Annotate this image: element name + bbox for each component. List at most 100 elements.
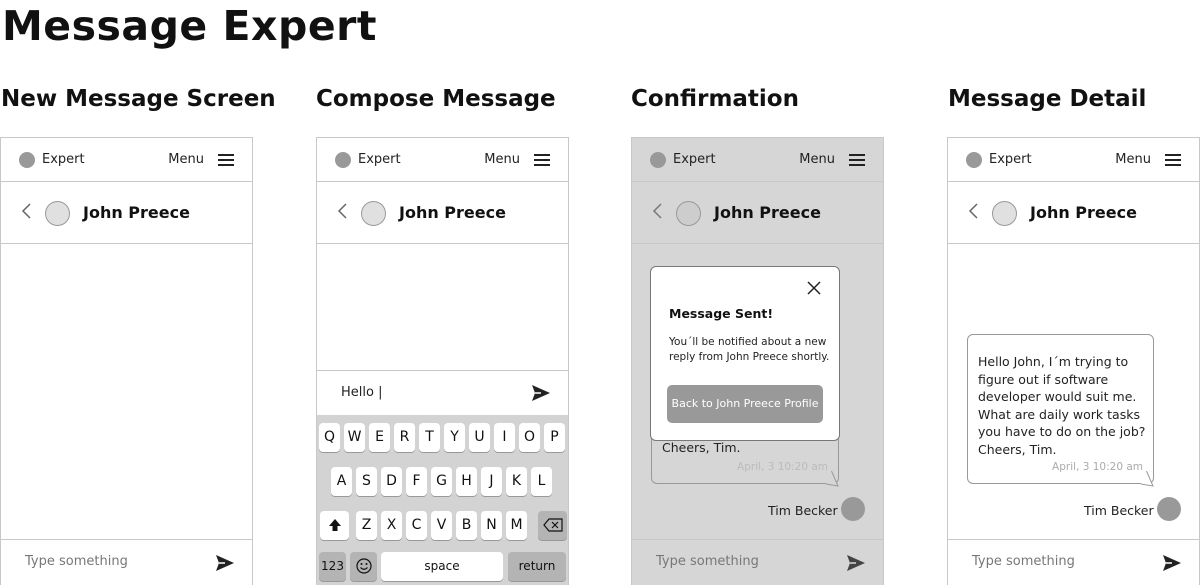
brand-label[interactable]: Expert bbox=[673, 152, 716, 167]
sender-avatar[interactable] bbox=[841, 497, 865, 521]
brand-label[interactable]: Expert bbox=[358, 152, 401, 167]
message-input-bar: Type something bbox=[632, 539, 883, 585]
screen-title-new-message: New Message Screen bbox=[1, 86, 276, 112]
message-input[interactable]: Type something bbox=[656, 554, 759, 569]
send-icon[interactable] bbox=[216, 555, 234, 571]
message-text: Cheers, Tim. bbox=[662, 440, 741, 455]
message-text: Hello John, I´m trying to figure out if … bbox=[978, 353, 1145, 458]
backspace-key[interactable] bbox=[538, 511, 567, 540]
menu-label[interactable]: Menu bbox=[484, 152, 520, 167]
hamburger-menu-icon[interactable] bbox=[218, 154, 234, 166]
hamburger-menu-icon[interactable] bbox=[1165, 154, 1181, 166]
key-y[interactable]: Y bbox=[444, 423, 465, 452]
space-key[interactable]: space bbox=[381, 552, 503, 581]
key-q[interactable]: Q bbox=[319, 423, 340, 452]
chevron-left-icon[interactable] bbox=[20, 203, 34, 219]
key-w[interactable]: W bbox=[344, 423, 365, 452]
message-bubble: Hello John, I´m trying to figure out if … bbox=[967, 334, 1154, 484]
key-g[interactable]: G bbox=[431, 467, 452, 496]
key-h[interactable]: H bbox=[456, 467, 477, 496]
brand-label[interactable]: Expert bbox=[42, 152, 85, 167]
logo-dot-icon[interactable] bbox=[335, 152, 351, 168]
compose-input[interactable]: Hello | bbox=[341, 385, 382, 400]
screen-title-confirmation: Confirmation bbox=[631, 86, 799, 112]
key-p[interactable]: P bbox=[544, 423, 565, 452]
menu-label[interactable]: Menu bbox=[168, 152, 204, 167]
logo-dot-icon[interactable] bbox=[966, 152, 982, 168]
numbers-key[interactable]: 123 bbox=[319, 552, 346, 581]
on-screen-keyboard: Q W E R T Y U I O P A S D F G H J K L Z … bbox=[317, 415, 568, 585]
phone-new-message: Expert Menu John Preece Type something bbox=[0, 137, 253, 585]
shift-key[interactable] bbox=[320, 511, 349, 540]
chevron-left-icon[interactable] bbox=[651, 203, 665, 219]
key-n[interactable]: N bbox=[481, 511, 502, 540]
dialog-body: You´ll be notified about a new reply fro… bbox=[669, 336, 830, 363]
key-x[interactable]: X bbox=[381, 511, 402, 540]
hamburger-menu-icon[interactable] bbox=[534, 154, 550, 166]
phone-confirmation: Expert Menu John Preece Cheers, Tim. Apr… bbox=[631, 137, 884, 585]
key-i[interactable]: I bbox=[494, 423, 515, 452]
key-f[interactable]: F bbox=[406, 467, 427, 496]
avatar-icon[interactable] bbox=[676, 201, 701, 226]
phone-message-detail: Expert Menu John Preece Hello John, I´m … bbox=[947, 137, 1200, 585]
menu-label[interactable]: Menu bbox=[799, 152, 835, 167]
message-timestamp: April, 3 10:20 am bbox=[1052, 461, 1143, 473]
brand-label[interactable]: Expert bbox=[989, 152, 1032, 167]
key-v[interactable]: V bbox=[431, 511, 452, 540]
key-c[interactable]: C bbox=[406, 511, 427, 540]
message-input[interactable]: Type something bbox=[25, 554, 128, 569]
key-o[interactable]: O bbox=[519, 423, 540, 452]
send-icon[interactable] bbox=[847, 555, 865, 571]
key-u[interactable]: U bbox=[469, 423, 490, 452]
sender-avatar[interactable] bbox=[1157, 497, 1181, 521]
send-icon[interactable] bbox=[532, 385, 550, 401]
conversation-header: John Preece bbox=[317, 182, 568, 244]
confirmation-dialog: Message Sent! You´ll be notified about a… bbox=[650, 266, 840, 441]
key-k[interactable]: K bbox=[506, 467, 527, 496]
sender-name: Tim Becker bbox=[1084, 503, 1154, 518]
key-b[interactable]: B bbox=[456, 511, 477, 540]
top-bar: Expert Menu bbox=[632, 138, 883, 182]
key-a[interactable]: A bbox=[331, 467, 352, 496]
key-j[interactable]: J bbox=[481, 467, 502, 496]
message-input-bar: Type something bbox=[1, 539, 252, 585]
contact-name[interactable]: John Preece bbox=[1030, 203, 1137, 222]
message-line: Hello John, I´m trying to bbox=[978, 354, 1129, 369]
dialog-title: Message Sent! bbox=[669, 306, 774, 321]
back-to-profile-button[interactable]: Back to John Preece Profile bbox=[667, 385, 823, 423]
key-m[interactable]: M bbox=[506, 511, 527, 540]
message-timestamp: April, 3 10:20 am bbox=[737, 461, 828, 473]
hamburger-menu-icon[interactable] bbox=[849, 154, 865, 166]
bubble-tail bbox=[1141, 471, 1154, 487]
avatar-icon[interactable] bbox=[361, 201, 386, 226]
message-line: developer would suit me. bbox=[978, 389, 1137, 404]
phone-compose: Expert Menu John Preece Hello | Q W E R … bbox=[316, 137, 569, 585]
top-bar: Expert Menu bbox=[317, 138, 568, 182]
conversation-header: John Preece bbox=[948, 182, 1199, 244]
message-input[interactable]: Type something bbox=[972, 554, 1075, 569]
top-bar: Expert Menu bbox=[948, 138, 1199, 182]
send-icon[interactable] bbox=[1163, 555, 1181, 571]
logo-dot-icon[interactable] bbox=[19, 152, 35, 168]
chevron-left-icon[interactable] bbox=[336, 203, 350, 219]
key-t[interactable]: T bbox=[419, 423, 440, 452]
menu-label[interactable]: Menu bbox=[1115, 152, 1151, 167]
key-e[interactable]: E bbox=[369, 423, 390, 452]
message-line: figure out if software bbox=[978, 371, 1109, 387]
key-s[interactable]: S bbox=[356, 467, 377, 496]
contact-name[interactable]: John Preece bbox=[399, 203, 506, 222]
chevron-left-icon[interactable] bbox=[967, 203, 981, 219]
return-key[interactable]: return bbox=[508, 552, 566, 581]
key-l[interactable]: L bbox=[531, 467, 552, 496]
key-r[interactable]: R bbox=[394, 423, 415, 452]
contact-name[interactable]: John Preece bbox=[714, 203, 821, 222]
key-d[interactable]: D bbox=[381, 467, 402, 496]
avatar-icon[interactable] bbox=[45, 201, 70, 226]
contact-name[interactable]: John Preece bbox=[83, 203, 190, 222]
close-icon[interactable] bbox=[807, 281, 821, 295]
avatar-icon[interactable] bbox=[992, 201, 1017, 226]
logo-dot-icon[interactable] bbox=[650, 152, 666, 168]
screen-title-compose: Compose Message bbox=[316, 86, 556, 112]
key-z[interactable]: Z bbox=[356, 511, 377, 540]
emoji-key[interactable] bbox=[350, 552, 377, 581]
